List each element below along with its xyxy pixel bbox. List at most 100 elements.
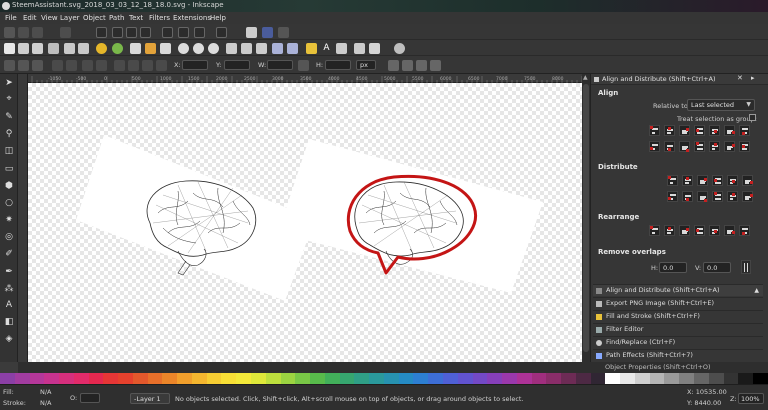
distribute-option-icon[interactable] <box>727 175 738 186</box>
palette-swatch[interactable] <box>546 373 562 384</box>
rearrange-option-icon[interactable] <box>709 225 720 236</box>
snap-smooth-icon[interactable] <box>140 27 151 38</box>
ungroup-icon[interactable] <box>287 43 298 54</box>
align-distribute-icon[interactable] <box>354 43 365 54</box>
paste-icon[interactable] <box>160 43 171 54</box>
rotate-ccw-icon[interactable] <box>52 60 63 71</box>
snap-edge-icon[interactable] <box>32 27 43 38</box>
layers-icon[interactable] <box>369 43 380 54</box>
dock-close-icon[interactable]: ✕ <box>737 74 743 82</box>
panel-path-effects[interactable]: Path Effects (Shift+Ctrl+7) <box>593 349 763 361</box>
layer-select[interactable]: -Layer 1 <box>130 393 170 404</box>
palette-swatch[interactable] <box>693 373 709 384</box>
palette-swatch[interactable] <box>472 373 488 384</box>
import-icon[interactable] <box>64 43 75 54</box>
snap-midpoint-icon[interactable] <box>162 27 173 38</box>
zoom-drawing-icon[interactable] <box>193 43 204 54</box>
palette-swatch[interactable] <box>664 373 680 384</box>
treat-group-checkbox[interactable] <box>749 114 756 121</box>
lower-icon[interactable] <box>142 60 153 71</box>
spiral-tool-icon[interactable]: ◎ <box>4 232 14 242</box>
palette-swatch[interactable] <box>516 373 532 384</box>
raise-top-icon[interactable] <box>114 60 125 71</box>
palette-swatch[interactable] <box>679 373 694 384</box>
snap-toggle-icon[interactable] <box>4 27 15 38</box>
palette-swatch[interactable] <box>73 373 89 384</box>
palette-swatch[interactable] <box>354 373 370 384</box>
rearrange-option-icon[interactable] <box>664 225 675 236</box>
dock-expand-icon[interactable]: ▸ <box>751 74 755 82</box>
select-all-icon[interactable] <box>4 60 15 71</box>
transform-patterns-icon[interactable] <box>430 60 441 71</box>
node-tool-icon[interactable]: ⌖ <box>4 94 14 104</box>
snap-cusp-icon[interactable] <box>126 27 137 38</box>
palette-swatch[interactable] <box>339 373 355 384</box>
new-document-icon[interactable] <box>4 43 15 54</box>
palette-swatch[interactable] <box>177 373 192 384</box>
menu-path[interactable]: Path <box>109 14 124 22</box>
scroll-up-icon[interactable]: ▲ <box>583 75 589 81</box>
distribute-option-icon[interactable] <box>667 191 678 202</box>
align-option-icon[interactable] <box>679 141 690 152</box>
palette-swatch[interactable] <box>221 373 237 384</box>
palette-swatch[interactable] <box>428 373 443 384</box>
align-option-icon[interactable] <box>739 141 750 152</box>
preferences-icon[interactable] <box>394 43 405 54</box>
palette-swatch[interactable] <box>605 373 621 384</box>
palette-swatch[interactable] <box>487 373 503 384</box>
distribute-option-icon[interactable] <box>697 175 708 186</box>
scale-stroke-icon[interactable] <box>388 60 399 71</box>
palette-swatch[interactable] <box>265 373 281 384</box>
palette-swatch[interactable] <box>457 373 473 384</box>
align-option-icon[interactable] <box>649 141 660 152</box>
pencil-tool-icon[interactable]: ✐ <box>4 249 14 259</box>
menu-filters[interactable]: Filters <box>149 14 170 22</box>
palette-swatch[interactable] <box>44 373 60 384</box>
measure-tool-icon[interactable]: ◫ <box>4 146 14 156</box>
palette-swatch[interactable] <box>103 373 119 384</box>
snap-guide-icon[interactable] <box>278 27 289 38</box>
distribute-option-icon[interactable] <box>682 191 693 202</box>
align-option-icon[interactable] <box>694 141 705 152</box>
zoom-selection-icon[interactable] <box>178 43 189 54</box>
relative-to-select[interactable]: Last selected ▼ <box>687 99 755 111</box>
palette-swatch[interactable] <box>295 373 311 384</box>
snap-node-icon[interactable] <box>96 27 107 38</box>
zoom-input[interactable]: 100% <box>738 393 764 404</box>
panel-find-replace[interactable]: Find/Replace (Ctrl+F) <box>593 336 763 348</box>
redo-icon[interactable] <box>112 43 123 54</box>
unit-select[interactable]: px <box>356 60 376 70</box>
xml-editor-icon[interactable] <box>336 43 347 54</box>
align-option-icon[interactable] <box>679 125 690 136</box>
distribute-option-icon[interactable] <box>712 191 723 202</box>
raise-icon[interactable] <box>128 60 139 71</box>
menu-view[interactable]: View <box>41 14 58 22</box>
palette-swatch[interactable] <box>442 373 458 384</box>
ellipse-tool-icon[interactable]: ○ <box>4 198 14 208</box>
palette-swatch[interactable] <box>708 373 724 384</box>
palette-swatch[interactable] <box>561 373 576 384</box>
palette-swatch[interactable] <box>236 373 252 384</box>
palette-swatch[interactable] <box>590 373 606 384</box>
h-input[interactable] <box>325 60 351 70</box>
canvas-vertical-scrollbar[interactable]: ▲ <box>582 74 590 362</box>
menu-text[interactable]: Text <box>129 14 143 22</box>
rearrange-option-icon[interactable] <box>649 225 660 236</box>
palette-swatch[interactable] <box>575 373 591 384</box>
menu-layer[interactable]: Layer <box>60 14 80 22</box>
star-tool-icon[interactable]: ✷ <box>4 215 14 225</box>
align-option-icon[interactable] <box>694 125 705 136</box>
palette-swatch[interactable] <box>620 373 635 384</box>
palette-swatch[interactable] <box>738 373 754 384</box>
text-font-icon[interactable]: A <box>321 43 332 54</box>
y-input[interactable] <box>224 60 250 70</box>
x-input[interactable] <box>182 60 208 70</box>
overlap-h-input[interactable]: 0.0 <box>659 262 687 273</box>
palette-swatch[interactable] <box>88 373 104 384</box>
selector-tool-icon[interactable]: ➤ <box>4 78 14 88</box>
palette-swatch[interactable] <box>723 373 739 384</box>
flip-horizontal-icon[interactable] <box>82 60 93 71</box>
distribute-option-icon[interactable] <box>697 191 708 202</box>
palette-swatch[interactable] <box>147 373 163 384</box>
deselect-icon[interactable] <box>32 60 43 71</box>
